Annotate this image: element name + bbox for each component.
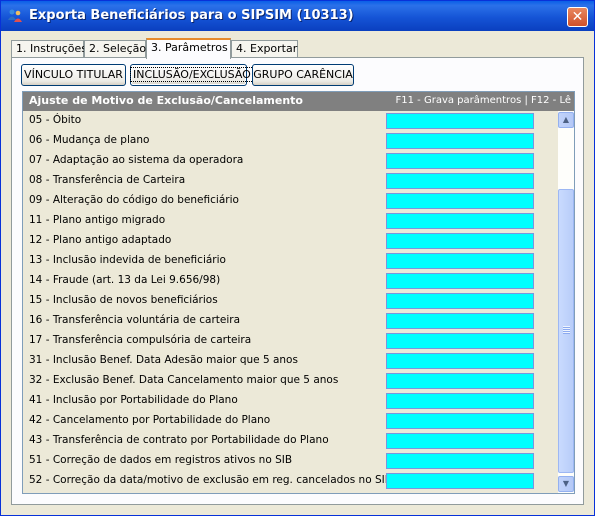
row-value-field[interactable] [386, 293, 534, 309]
row-value-field[interactable] [386, 373, 534, 389]
scroll-thumb[interactable] [558, 189, 574, 473]
shortcut-hint: F11 - Grava parâmentros | F12 - Lê [395, 95, 571, 106]
grid-row: 16 - Transferência voluntária de carteir… [23, 311, 556, 331]
row-value-field[interactable] [386, 453, 534, 469]
row-value-field[interactable] [386, 133, 534, 149]
row-label: 09 - Alteração do código do beneficiário [29, 194, 239, 206]
row-label: 07 - Adaptação ao sistema da operadora [29, 154, 244, 166]
grid-row: 32 - Exclusão Benef. Data Cancelamento m… [23, 371, 556, 391]
row-label: 13 - Inclusão indevida de beneficiário [29, 254, 226, 266]
grid-header: Ajuste de Motivo de Exclusão/Cancelament… [23, 92, 574, 111]
close-icon: ✕ [571, 9, 584, 25]
row-value-field[interactable] [386, 433, 534, 449]
row-value-field[interactable] [386, 193, 534, 209]
grid-row: 07 - Adaptação ao sistema da operadora [23, 151, 556, 171]
row-value-field[interactable] [386, 313, 534, 329]
row-label: 05 - Óbito [29, 114, 82, 126]
grid-row: 11 - Plano antigo migrado [23, 211, 556, 231]
grid-row: 51 - Correção de dados em registros ativ… [23, 451, 556, 471]
row-label: 51 - Correção de dados em registros ativ… [29, 454, 293, 466]
row-label: 17 - Transferência compulsória de cartei… [29, 334, 252, 346]
row-label: 31 - Inclusão Benef. Data Adesão maior q… [29, 354, 298, 366]
grid-row: 14 - Fraude (art. 13 da Lei 9.656/98) [23, 271, 556, 291]
row-value-field[interactable] [386, 153, 534, 169]
vinculo-titular-label: VÍNCULO TITULAR [24, 68, 123, 81]
grip-icon [563, 326, 570, 334]
row-value-field[interactable] [386, 353, 534, 369]
row-label: 52 - Correção da data/motivo de exclusão… [29, 474, 392, 486]
vertical-scrollbar[interactable]: ▲ ▼ [558, 111, 574, 493]
dialog-window: Exporta Beneficiários para o SIPSIM (103… [0, 0, 595, 516]
scroll-down-button[interactable]: ▼ [558, 476, 574, 492]
grid-row: 08 - Transferência de Carteira [23, 171, 556, 191]
row-label: 11 - Plano antigo migrado [29, 214, 166, 226]
grid-row: 13 - Inclusão indevida de beneficiário [23, 251, 556, 271]
title-bar[interactable]: Exporta Beneficiários para o SIPSIM (103… [1, 1, 594, 31]
grid-row: 12 - Plano antigo adaptado [23, 231, 556, 251]
row-label: 42 - Cancelamento por Portabilidade do P… [29, 414, 271, 426]
grid-row: 05 - Óbito [23, 111, 556, 131]
window-title: Exporta Beneficiários para o SIPSIM (103… [29, 8, 354, 23]
chevron-up-icon: ▲ [562, 115, 570, 124]
grid-row: 52 - Correção da data/motivo de exclusão… [23, 471, 556, 491]
grid-row: 43 - Transferência de contrato por Porta… [23, 431, 556, 451]
row-label: 15 - Inclusão de novos beneficiários [29, 294, 218, 306]
row-value-field[interactable] [386, 253, 534, 269]
grid-title: Ajuste de Motivo de Exclusão/Cancelament… [29, 94, 303, 107]
vinculo-titular-button[interactable]: VÍNCULO TITULAR [21, 64, 126, 86]
tab-selecao[interactable]: 2. Seleção [84, 40, 146, 58]
grid-row: 17 - Transferência compulsória de cartei… [23, 331, 556, 351]
row-value-field[interactable] [386, 213, 534, 229]
motivo-grid: Ajuste de Motivo de Exclusão/Cancelament… [22, 91, 575, 494]
row-value-field[interactable] [386, 113, 534, 129]
grid-row: 41 - Inclusão por Portabilidade do Plano [23, 391, 556, 411]
tab-parametros[interactable]: 3. Parâmetros [146, 38, 231, 59]
chevron-down-icon: ▼ [562, 479, 570, 488]
grid-rows: 05 - Óbito 06 - Mudança de plano 07 - Ad… [23, 111, 556, 491]
row-value-field[interactable] [386, 333, 534, 349]
grupo-carencia-button[interactable]: GRUPO CARÊNCIA [252, 64, 354, 86]
grid-row: 06 - Mudança de plano [23, 131, 556, 151]
grid-row: 09 - Alteração do código do beneficiário [23, 191, 556, 211]
row-value-field[interactable] [386, 393, 534, 409]
row-label: 32 - Exclusão Benef. Data Cancelamento m… [29, 374, 339, 386]
row-value-field[interactable] [386, 173, 534, 189]
inclusao-exclusao-label: INCLUSÃO/EXCLUSÃO [130, 67, 254, 82]
tab-exportar[interactable]: 4. Exportar [231, 40, 298, 58]
row-value-field[interactable] [386, 473, 534, 489]
row-value-field[interactable] [386, 233, 534, 249]
row-value-field[interactable] [386, 273, 534, 289]
people-icon [8, 9, 22, 22]
grid-row: 15 - Inclusão de novos beneficiários [23, 291, 556, 311]
row-value-field[interactable] [386, 413, 534, 429]
grid-row: 42 - Cancelamento por Portabilidade do P… [23, 411, 556, 431]
grupo-carencia-label: GRUPO CARÊNCIA [253, 68, 353, 81]
row-label: 43 - Transferência de contrato por Porta… [29, 434, 329, 446]
row-label: 14 - Fraude (art. 13 da Lei 9.656/98) [29, 274, 221, 286]
inclusao-exclusao-button[interactable]: INCLUSÃO/EXCLUSÃO [130, 64, 254, 86]
row-label: 16 - Transferência voluntária de carteir… [29, 314, 241, 326]
close-button[interactable]: ✕ [567, 7, 588, 27]
scroll-up-button[interactable]: ▲ [558, 112, 574, 128]
tab-instrucoes[interactable]: 1. Instruções [11, 40, 87, 58]
grid-row: 31 - Inclusão Benef. Data Adesão maior q… [23, 351, 556, 371]
row-label: 06 - Mudança de plano [29, 134, 150, 146]
row-label: 08 - Transferência de Carteira [29, 174, 186, 186]
row-label: 12 - Plano antigo adaptado [29, 234, 172, 246]
row-label: 41 - Inclusão por Portabilidade do Plano [29, 394, 238, 406]
